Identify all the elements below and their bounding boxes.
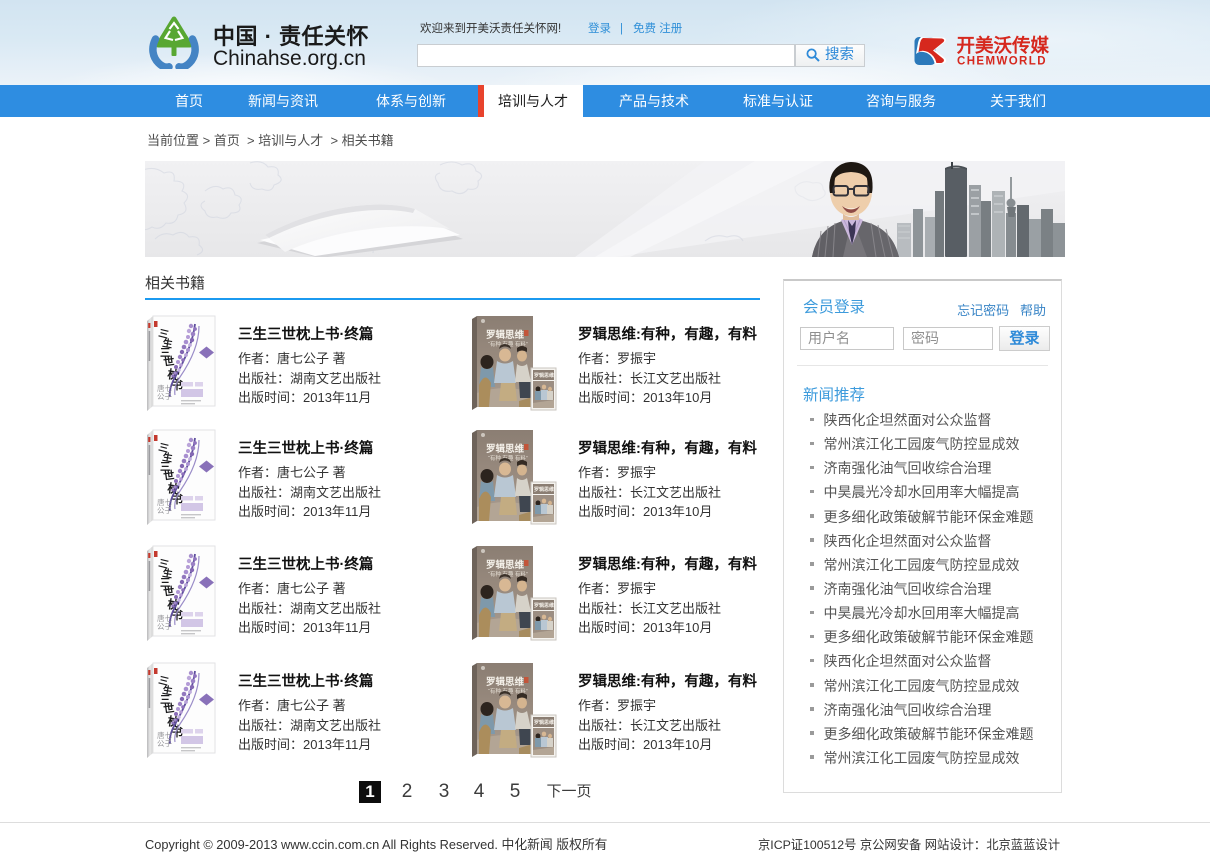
svg-text:公子: 公子 [157, 506, 172, 515]
svg-text:开美沃传媒: 开美沃传媒 [957, 35, 1050, 56]
svg-text:公子: 公子 [157, 739, 172, 748]
svg-text:公子: 公子 [157, 392, 172, 401]
svg-text:CHEMWORLD: CHEMWORLD [957, 56, 1047, 68]
svg-text:公子: 公子 [157, 622, 172, 631]
